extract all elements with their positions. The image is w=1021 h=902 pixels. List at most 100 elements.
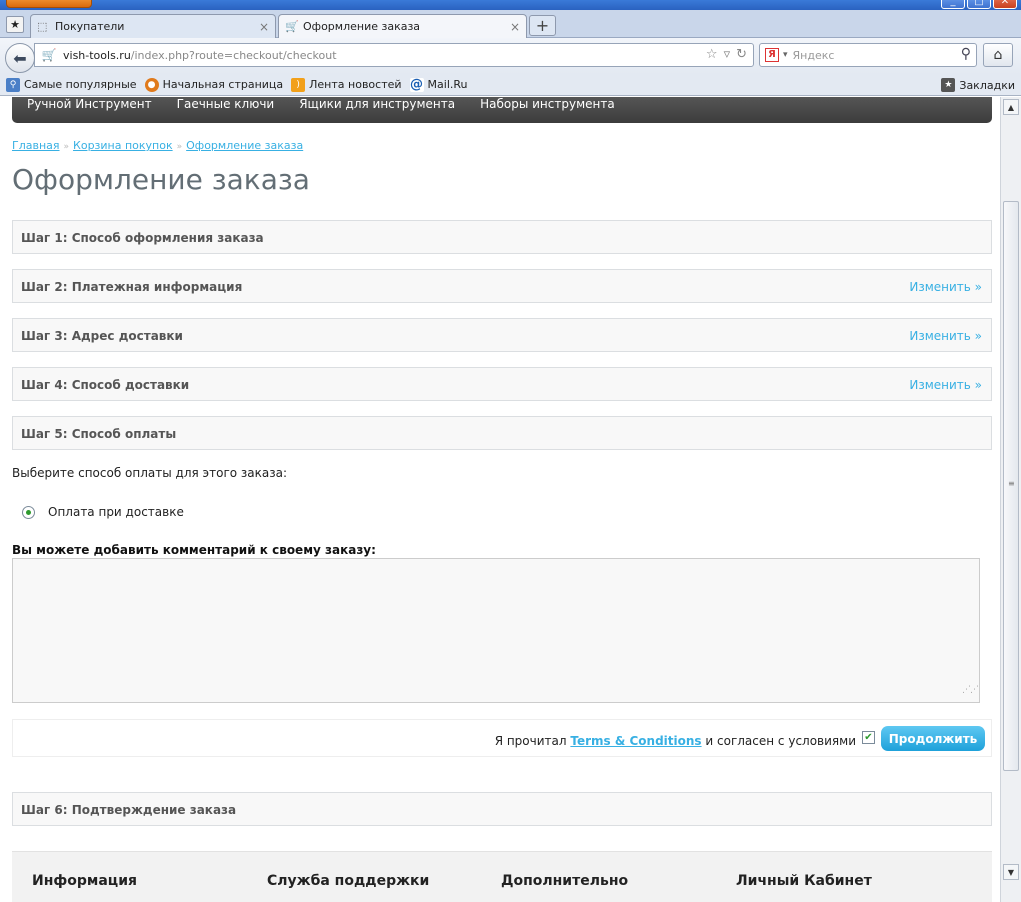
payment-radio[interactable] xyxy=(22,505,35,519)
agreement-suffix: и согласен с условиями xyxy=(705,734,856,748)
bookmark-label: Начальная страница xyxy=(162,78,284,91)
cart-icon: 🛒 xyxy=(285,19,299,33)
payment-option-cod[interactable]: Оплата при доставке xyxy=(22,505,184,519)
step-title: Шаг 2: Платежная информация xyxy=(21,280,243,294)
menu-item-tool-sets[interactable]: Наборы инструмента xyxy=(480,97,615,111)
step-title: Шаг 4: Способ доставки xyxy=(21,378,190,392)
payment-option-label[interactable]: Оплата при доставке xyxy=(48,505,184,519)
step-4-edit-link[interactable]: Изменить » xyxy=(909,378,982,392)
breadcrumb-separator: » xyxy=(176,142,183,152)
page-viewport: Ручной Инструмент Гаечные ключи Ящики дл… xyxy=(0,97,1000,902)
tab-label: Оформление заказа xyxy=(303,20,421,33)
window-titlebar: _ □ ✕ xyxy=(0,0,1021,10)
bookmarks-star-icon: ★ xyxy=(941,78,956,92)
footer-support: Служба поддержки xyxy=(267,873,430,889)
maximize-icon[interactable]: □ xyxy=(967,0,991,9)
menu-item-tool-boxes[interactable]: Ящики для инструмента xyxy=(299,97,455,111)
search-icon[interactable]: ⚲ xyxy=(961,46,971,62)
bookmark-label: Лента новостей xyxy=(309,78,402,91)
breadcrumb-separator: » xyxy=(63,142,70,152)
step-2-header: Шаг 2: Платежная информация Изменить » xyxy=(12,269,992,303)
comment-textarea[interactable] xyxy=(12,558,980,703)
step-1-header[interactable]: Шаг 1: Способ оформления заказа xyxy=(12,220,992,254)
breadcrumb: Главная» Корзина покупок» Оформление заказ… xyxy=(12,139,303,152)
comment-label: Вы можете добавить комментарий к своему … xyxy=(12,543,376,557)
scroll-up-icon[interactable]: ▲ xyxy=(1003,99,1019,115)
new-tab-button[interactable]: + xyxy=(529,15,556,36)
step-3-edit-link[interactable]: Изменить » xyxy=(909,329,982,343)
search-bar[interactable]: Я ▾ Яндекс ⚲ xyxy=(759,43,977,67)
footer-extras: Дополнительно xyxy=(501,873,629,889)
window-controls: _ □ ✕ xyxy=(941,0,1017,9)
navigation-bar: 🛒 vish-tools.ru/index.php?route=checkout… xyxy=(0,38,1021,74)
tab-checkout[interactable]: 🛒 Оформление заказа × xyxy=(278,14,527,38)
payment-prompt: Выберите способ оплаты для этого заказа: xyxy=(12,466,288,480)
grip-icon: ≡ xyxy=(1008,479,1015,488)
vertical-scrollbar[interactable]: ▲ ≡ ▼ xyxy=(1000,97,1021,902)
bookmark-popular[interactable]: ⚲ Самые популярные xyxy=(6,77,137,92)
bookmark-star-icon[interactable]: ☆ xyxy=(706,47,718,62)
url-host: vish-tools.ru xyxy=(63,48,131,62)
url-path: /index.php?route=checkout/checkout xyxy=(130,48,337,62)
terms-link[interactable]: Terms & Conditions xyxy=(570,734,701,748)
agreement-bar: Я прочитал Terms & Conditions и согласен… xyxy=(12,719,992,757)
step-title: Шаг 5: Способ оплаты xyxy=(21,427,177,441)
breadcrumb-checkout[interactable]: Оформление заказа xyxy=(186,139,303,152)
tab-label: Покупатели xyxy=(55,20,125,33)
agreement-text: Я прочитал Terms & Conditions и согласен… xyxy=(495,734,856,748)
minimize-icon[interactable]: _ xyxy=(941,0,965,9)
bookmark-news-feed[interactable]: ) Лента новостей xyxy=(291,77,402,92)
firefox-icon: ● xyxy=(144,77,159,92)
step-title: Шаг 3: Адрес доставки xyxy=(21,329,183,343)
address-bar[interactable]: 🛒 vish-tools.ru/index.php?route=checkout… xyxy=(34,43,754,67)
footer-account: Личный Кабинет xyxy=(736,873,872,889)
step-5-header: Шаг 5: Способ оплаты xyxy=(12,416,992,450)
step-title: Шаг 1: Способ оформления заказа xyxy=(21,231,264,245)
tab-groups-icon[interactable]: ★ xyxy=(6,16,24,33)
back-button[interactable]: ⬅ xyxy=(5,43,35,73)
close-window-icon[interactable]: ✕ xyxy=(993,0,1017,9)
menu-item-wrenches[interactable]: Гаечные ключи xyxy=(177,97,275,111)
agreement-prefix: Я прочитал xyxy=(494,734,567,748)
rss-icon: ) xyxy=(291,77,306,92)
agree-checkbox[interactable]: ✔ xyxy=(862,731,875,744)
bookmarks-menu[interactable]: ★ Закладки xyxy=(941,78,1015,92)
bookmark-mailru[interactable]: @ Mail.Ru xyxy=(409,77,468,92)
step-6-header: Шаг 6: Подтверждение заказа xyxy=(12,792,992,826)
tab-customers[interactable]: ⬚ Покупатели × xyxy=(30,14,276,38)
scroll-down-icon[interactable]: ▼ xyxy=(1003,864,1019,880)
history-dropdown-icon[interactable]: ▿ xyxy=(724,47,731,62)
resize-grip-icon[interactable]: ⋰⋰ xyxy=(962,685,979,695)
footer-information: Информация xyxy=(32,873,137,889)
breadcrumb-home[interactable]: Главная xyxy=(12,139,60,152)
close-icon[interactable]: × xyxy=(510,20,520,34)
bookmark-label: Самые популярные xyxy=(24,78,137,91)
url-tools: ☆ ▿ ↻ xyxy=(706,47,747,62)
bookmark-label: Mail.Ru xyxy=(427,78,468,91)
scrollbar-thumb[interactable]: ≡ xyxy=(1003,201,1019,771)
popular-icon: ⚲ xyxy=(6,77,20,92)
search-engine-dropdown-icon[interactable]: ▾ xyxy=(783,50,788,60)
close-icon[interactable]: × xyxy=(259,20,269,34)
reload-icon[interactable]: ↻ xyxy=(736,47,747,62)
yandex-icon[interactable]: Я xyxy=(765,48,779,62)
home-button[interactable]: ⌂ xyxy=(983,43,1013,67)
step-title: Шаг 6: Подтверждение заказа xyxy=(21,803,237,817)
step-2-edit-link[interactable]: Изменить » xyxy=(909,280,982,294)
bookmarks-toolbar: ⚲ Самые популярные ● Начальная страница … xyxy=(0,74,1021,96)
page-title: Оформление заказа xyxy=(12,163,310,196)
site-identity-icon[interactable]: 🛒 xyxy=(35,48,63,62)
search-input[interactable]: Яндекс xyxy=(793,49,835,62)
firefox-menu-button[interactable] xyxy=(6,0,92,8)
tab-bar: ★ ⬚ Покупатели × 🛒 Оформление заказа × + xyxy=(0,10,1021,38)
continue-button[interactable]: Продолжить xyxy=(881,726,985,751)
menu-item-hand-tools[interactable]: Ручной Инструмент xyxy=(27,97,152,111)
top-menu: Ручной Инструмент Гаечные ключи Ящики дл… xyxy=(12,97,992,123)
step-3-header: Шаг 3: Адрес доставки Изменить » xyxy=(12,318,992,352)
footer: Информация Служба поддержки Дополнительн… xyxy=(12,851,992,902)
step-4-header: Шаг 4: Способ доставки Изменить » xyxy=(12,367,992,401)
bookmark-start-page[interactable]: ● Начальная страница xyxy=(144,77,284,92)
at-icon: @ xyxy=(409,77,424,92)
bookmarks-menu-label: Закладки xyxy=(959,78,1015,92)
breadcrumb-cart[interactable]: Корзина покупок xyxy=(73,139,173,152)
